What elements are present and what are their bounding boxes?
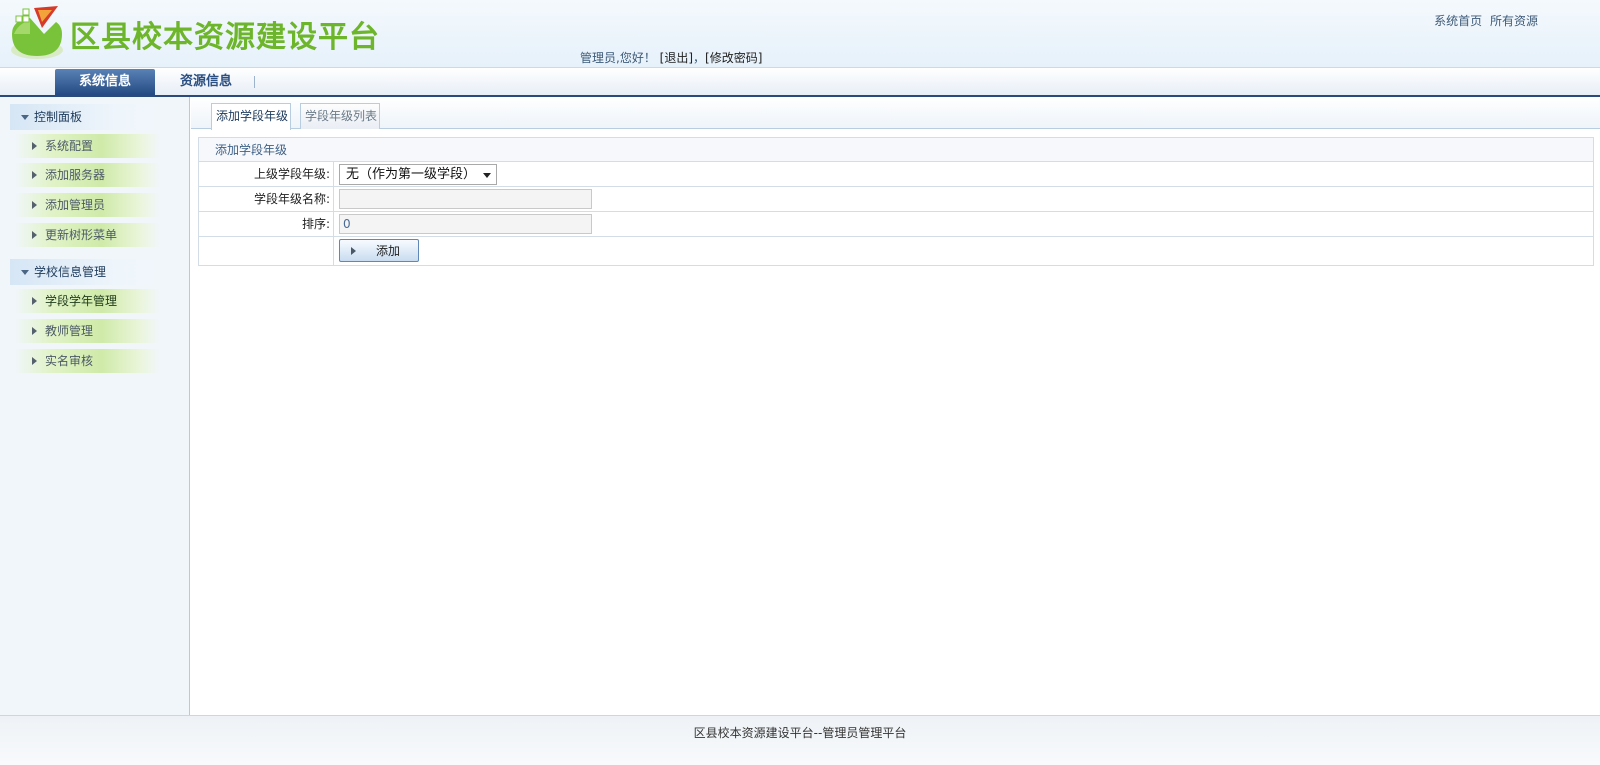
nav-separator <box>254 76 255 88</box>
add-button[interactable]: 添加 <box>339 239 419 262</box>
site-title: 区县校本资源建设平台 <box>70 20 380 55</box>
link-separator: ， <box>693 51 706 65</box>
sidebar-item-label: 系统配置 <box>45 139 94 153</box>
header: 区县校本资源建设平台 系统首页 所有资源 管理员,您好！ [退出]，[修改密码] <box>0 0 1600 68</box>
sidebar-item-grade-management[interactable]: 学段学年管理 <box>14 289 160 313</box>
submit-field: 添加 <box>339 239 419 262</box>
sidebar-item-label: 教师管理 <box>45 324 94 338</box>
footer: 区县校本资源建设平台--管理员管理平台 <box>0 715 1600 765</box>
form-row-order: 排序: <box>199 212 1593 237</box>
sidebar-item-label: 更新树形菜单 <box>45 228 118 242</box>
all-resources-link[interactable]: 所有资源 <box>1490 14 1538 28</box>
arrow-right-icon <box>32 357 37 365</box>
sidebar-item-system-config[interactable]: 系统配置 <box>14 134 160 158</box>
greeting-text: 管理员,您好！ <box>580 51 656 65</box>
sidebar-group-label: 学校信息管理 <box>34 265 107 279</box>
form-title: 添加学段年级 <box>199 138 1593 162</box>
tab-grade-list[interactable]: 学段年级列表 <box>300 103 380 129</box>
form-row-name: 学段年级名称: <box>199 187 1593 212</box>
order-label: 排序: <box>199 212 334 236</box>
arrow-right-icon <box>32 171 37 179</box>
footer-text: 区县校本资源建设平台--管理员管理平台 <box>693 726 907 740</box>
sidebar-item-label: 实名审核 <box>45 354 94 368</box>
sidebar-group-school-info[interactable]: 学校信息管理 <box>10 259 160 285</box>
nav-tab-resource-info[interactable]: 资源信息 <box>170 69 242 95</box>
sidebar-item-teacher-management[interactable]: 教师管理 <box>14 319 160 343</box>
user-greeting: 管理员,您好！ [退出]，[修改密码] <box>580 49 762 66</box>
add-grade-form: 添加学段年级 上级学段年级: 无（作为第一级学段） 学段年级名称: 排序: 0 … <box>198 137 1594 266</box>
parent-grade-selected: 无（作为第一级学段） <box>346 167 477 182</box>
arrow-right-icon <box>32 327 37 335</box>
submit-label-cell <box>199 237 334 265</box>
tab-add-grade[interactable]: 添加学段年级 <box>211 103 291 130</box>
sidebar-item-realname-review[interactable]: 实名审核 <box>14 349 160 373</box>
sidebar-group-control-panel[interactable]: 控制面板 <box>10 104 160 130</box>
triangle-down-icon <box>21 270 29 275</box>
parent-grade-label: 上级学段年级: <box>199 162 334 186</box>
triangle-down-icon <box>21 115 29 120</box>
nav-tab-system-info[interactable]: 系统信息 <box>55 69 155 95</box>
grade-name-field <box>339 189 592 209</box>
arrow-right-icon <box>32 201 37 209</box>
chevron-down-icon <box>483 173 491 178</box>
grade-name-input[interactable] <box>339 189 592 209</box>
main-nav: 系统信息 资源信息 <box>0 68 1600 97</box>
logo-icon <box>11 6 63 59</box>
sidebar-item-label: 添加服务器 <box>45 168 106 182</box>
sidebar-item-add-admin[interactable]: 添加管理员 <box>14 193 160 217</box>
arrow-right-icon <box>32 142 37 150</box>
home-link[interactable]: 系统首页 <box>1434 14 1482 28</box>
parent-grade-select[interactable]: 无（作为第一级学段） <box>339 164 497 185</box>
order-input[interactable] <box>339 214 592 234</box>
sidebar-item-add-server[interactable]: 添加服务器 <box>14 163 160 187</box>
add-button-label: 添加 <box>375 244 400 258</box>
arrow-right-icon <box>32 297 37 305</box>
logout-link[interactable]: [退出] <box>660 51 693 65</box>
parent-grade-field: 无（作为第一级学段） <box>339 164 497 185</box>
order-field <box>339 214 592 234</box>
form-row-parent: 上级学段年级: 无（作为第一级学段） <box>199 162 1593 187</box>
sidebar-item-label: 添加管理员 <box>45 198 106 212</box>
sidebar-item-update-tree-menu[interactable]: 更新树形菜单 <box>14 223 160 247</box>
top-links: 系统首页 所有资源 <box>1430 12 1538 29</box>
sidebar: 控制面板 系统配置 添加服务器 添加管理员 更新树形菜单 学校信息管理 学段学年… <box>0 97 190 715</box>
form-row-submit: 添加 <box>199 237 1593 265</box>
change-password-link[interactable]: [修改密码] <box>705 51 762 65</box>
arrow-right-icon <box>351 247 356 255</box>
arrow-right-icon <box>32 231 37 239</box>
grade-name-label: 学段年级名称: <box>199 187 334 211</box>
sidebar-item-label: 学段学年管理 <box>45 294 118 308</box>
main-content: 添加学段年级 学段年级列表 添加学段年级 上级学段年级: 无（作为第一级学段） … <box>191 97 1600 715</box>
sidebar-group-label: 控制面板 <box>34 110 83 124</box>
sub-tabbar: 添加学段年级 学段年级列表 <box>191 97 1600 130</box>
